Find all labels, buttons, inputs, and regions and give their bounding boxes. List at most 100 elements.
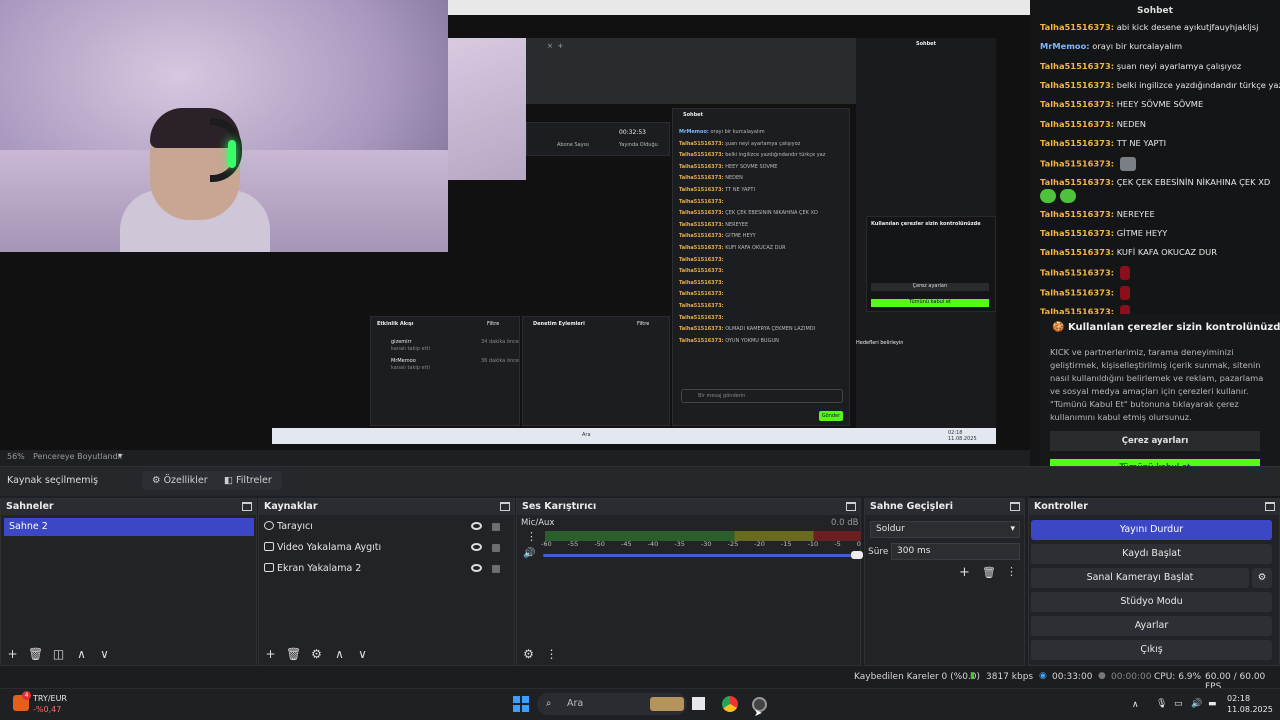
chat-username[interactable]: Talha51516373: bbox=[1040, 247, 1114, 257]
volume-slider[interactable] bbox=[543, 554, 857, 557]
captured-chat-username: Talha51516373: bbox=[679, 198, 724, 205]
chat-text: TT NE YAPTI bbox=[1116, 138, 1167, 148]
taskbar-date[interactable]: 11.08.2025 bbox=[1227, 705, 1273, 714]
taskbar-time[interactable]: 02:18 bbox=[1227, 694, 1250, 703]
mixer-toolbar: ⚙ ⋮ bbox=[521, 647, 559, 661]
dock-float-icon[interactable] bbox=[1010, 502, 1020, 511]
dock-float-icon[interactable] bbox=[500, 502, 510, 511]
duration-label: Süre bbox=[868, 547, 889, 557]
zoom-value: 56% bbox=[7, 452, 25, 461]
dock-float-icon[interactable] bbox=[1265, 502, 1275, 511]
audio-mixer-dock: Ses Karıştırıcı Mic/Aux 0.0 dB ⋮ -60 -55 -… bbox=[516, 498, 863, 666]
chat-username[interactable]: Talha51516373: bbox=[1040, 288, 1114, 298]
dock-float-icon[interactable] bbox=[846, 502, 856, 511]
cookie-body: KICK ve partnerlerimiz, tarama deneyimin… bbox=[1050, 347, 1264, 422]
volume-icon[interactable]: 🔊 bbox=[1191, 699, 1202, 709]
chat-username[interactable]: Talha51516373: bbox=[1040, 177, 1114, 187]
chat-username[interactable]: Talha51516373: bbox=[1040, 228, 1114, 238]
arrow-up-icon[interactable]: ∧ bbox=[332, 647, 347, 661]
eye-icon[interactable] bbox=[471, 564, 482, 572]
chat-username[interactable]: Talha51516373: bbox=[1040, 80, 1114, 90]
microphone-icon[interactable]: 🎙 bbox=[1156, 699, 1167, 709]
filter-icon[interactable]: ◫ bbox=[51, 647, 66, 661]
studio-mode-button[interactable]: Stüdyo Modu bbox=[1031, 592, 1272, 612]
exit-button[interactable]: Çıkış bbox=[1031, 640, 1272, 660]
chat-username[interactable]: Talha51516373: bbox=[1040, 159, 1114, 169]
record-time: 00:00:00 bbox=[1111, 672, 1152, 682]
gear-icon[interactable]: ⚙ bbox=[1252, 568, 1272, 588]
chat-username[interactable]: MrMemoo: bbox=[1040, 41, 1090, 51]
sources-toolbar: + 🗑 ⚙ ∧ ∨ bbox=[263, 647, 370, 661]
arrow-up-icon[interactable]: ∧ bbox=[74, 647, 89, 661]
chat-username[interactable]: Talha51516373: bbox=[1040, 119, 1114, 129]
captured-chat-message: Talha51516373: OYUN YOKMU BUGÜN bbox=[679, 338, 845, 344]
meter-tick-label: -20 bbox=[754, 540, 765, 548]
properties-button[interactable]: ⚙ Özellikler bbox=[142, 471, 218, 490]
start-virtual-camera-button[interactable]: Sanal Kamerayı Başlat bbox=[1031, 568, 1249, 588]
scene-item[interactable]: Sahne 2 bbox=[4, 518, 254, 536]
chrome-icon[interactable] bbox=[722, 696, 738, 712]
start-recording-button[interactable]: Kaydı Başlat bbox=[1031, 544, 1272, 564]
duration-spinbox[interactable]: 300 ms bbox=[891, 543, 1020, 560]
transitions-dock: Sahne Geçişleri Soldur ▾ Süre 300 ms + 🗑 … bbox=[864, 498, 1025, 666]
zoom-mode-select[interactable]: Pencereye Boyutlandır bbox=[33, 452, 123, 461]
notification-badge: 4 bbox=[22, 691, 31, 700]
source-label: Video Yakalama Aygıtı bbox=[277, 542, 382, 553]
kebab-menu-icon[interactable]: ⋮ bbox=[526, 530, 537, 543]
chevron-down-icon[interactable]: ▾ bbox=[118, 451, 122, 460]
filters-button[interactable]: ◧ Filtreler bbox=[214, 471, 282, 490]
chat-username[interactable]: Talha51516373: bbox=[1040, 268, 1114, 278]
eye-icon[interactable] bbox=[471, 522, 482, 530]
gear-icon[interactable]: ⚙ bbox=[521, 647, 536, 661]
arrow-down-icon[interactable]: ∨ bbox=[97, 647, 112, 661]
captured-chat-panel: Sohbet MrMemoo: orayı bir kurcalayalım Ta… bbox=[672, 108, 850, 426]
trash-icon[interactable]: 🗑 bbox=[286, 647, 301, 661]
add-icon[interactable]: + bbox=[959, 565, 970, 580]
add-icon[interactable]: + bbox=[263, 647, 278, 661]
chat-message: Talha51516373: abi kick desene ayıkutjfa… bbox=[1040, 22, 1258, 32]
dock-float-icon[interactable] bbox=[242, 502, 252, 511]
chat-username[interactable]: Talha51516373: bbox=[1040, 99, 1114, 109]
windows-start-icon[interactable] bbox=[513, 696, 529, 712]
chevron-up-icon[interactable]: ∧ bbox=[1132, 700, 1139, 710]
eye-icon[interactable] bbox=[471, 543, 482, 551]
chat-username[interactable]: Talha51516373: bbox=[1040, 138, 1114, 148]
obs-preview[interactable]: × + 00:32:53 Abone Sayısı Yayında Olduğu… bbox=[0, 0, 1030, 450]
source-row[interactable]: Video Yakalama Aygıtı bbox=[264, 539, 508, 557]
lock-icon[interactable] bbox=[492, 565, 500, 573]
transition-select[interactable]: Soldur ▾ bbox=[870, 521, 1020, 538]
source-row[interactable]: Ekran Yakalama 2 bbox=[264, 560, 508, 578]
battery-icon[interactable]: ▬ bbox=[1208, 699, 1217, 709]
network-icon[interactable]: ▭ bbox=[1174, 699, 1183, 709]
add-icon[interactable]: + bbox=[5, 647, 20, 661]
captured-chat-message: Talha51516373: bbox=[679, 199, 845, 205]
captured-chat-message: Talha51516373: HEEY SÖVME SÖVME bbox=[679, 164, 845, 170]
lock-icon[interactable] bbox=[492, 544, 500, 552]
captured-chat-text: orayı bir kurcalayalım bbox=[710, 129, 765, 135]
meter-tick-label: 0 bbox=[856, 540, 861, 548]
stream-time: 00:33:00 bbox=[1052, 672, 1093, 682]
trash-icon[interactable]: 🗑 bbox=[982, 566, 996, 579]
cookie-settings-button[interactable]: Çerez ayarları bbox=[1050, 431, 1260, 451]
emote-icon bbox=[1040, 189, 1056, 203]
source-row[interactable]: Tarayıcı bbox=[264, 518, 508, 536]
chat-username[interactable]: Talha51516373: bbox=[1040, 209, 1114, 219]
volume-slider-handle[interactable] bbox=[851, 551, 863, 559]
gear-icon[interactable]: ⚙ bbox=[309, 647, 324, 661]
arrow-down-icon[interactable]: ∨ bbox=[355, 647, 370, 661]
trash-icon[interactable]: 🗑 bbox=[28, 647, 43, 661]
ticker-name[interactable]: TRY/EUR bbox=[33, 694, 67, 703]
chat-username[interactable]: Talha51516373: bbox=[1040, 22, 1114, 32]
kebab-menu-icon[interactable]: ⋮ bbox=[1006, 565, 1017, 578]
kebab-menu-icon[interactable]: ⋮ bbox=[544, 647, 559, 661]
settings-button[interactable]: Ayarlar bbox=[1031, 616, 1272, 636]
speaker-icon[interactable]: 🔊 bbox=[523, 548, 535, 559]
stop-stream-button[interactable]: Yayını Durdur bbox=[1031, 520, 1272, 540]
file-explorer-icon[interactable] bbox=[692, 697, 705, 710]
lock-icon[interactable] bbox=[492, 523, 500, 531]
chevron-down-icon: ▾ bbox=[1010, 524, 1015, 534]
camera-icon bbox=[264, 542, 274, 551]
chat-text: GİTME HEYY bbox=[1116, 228, 1168, 238]
chat-username[interactable]: Talha51516373: bbox=[1040, 61, 1114, 71]
chat-text: şuan neyi ayarlamya çalışıyoz bbox=[1116, 61, 1242, 71]
